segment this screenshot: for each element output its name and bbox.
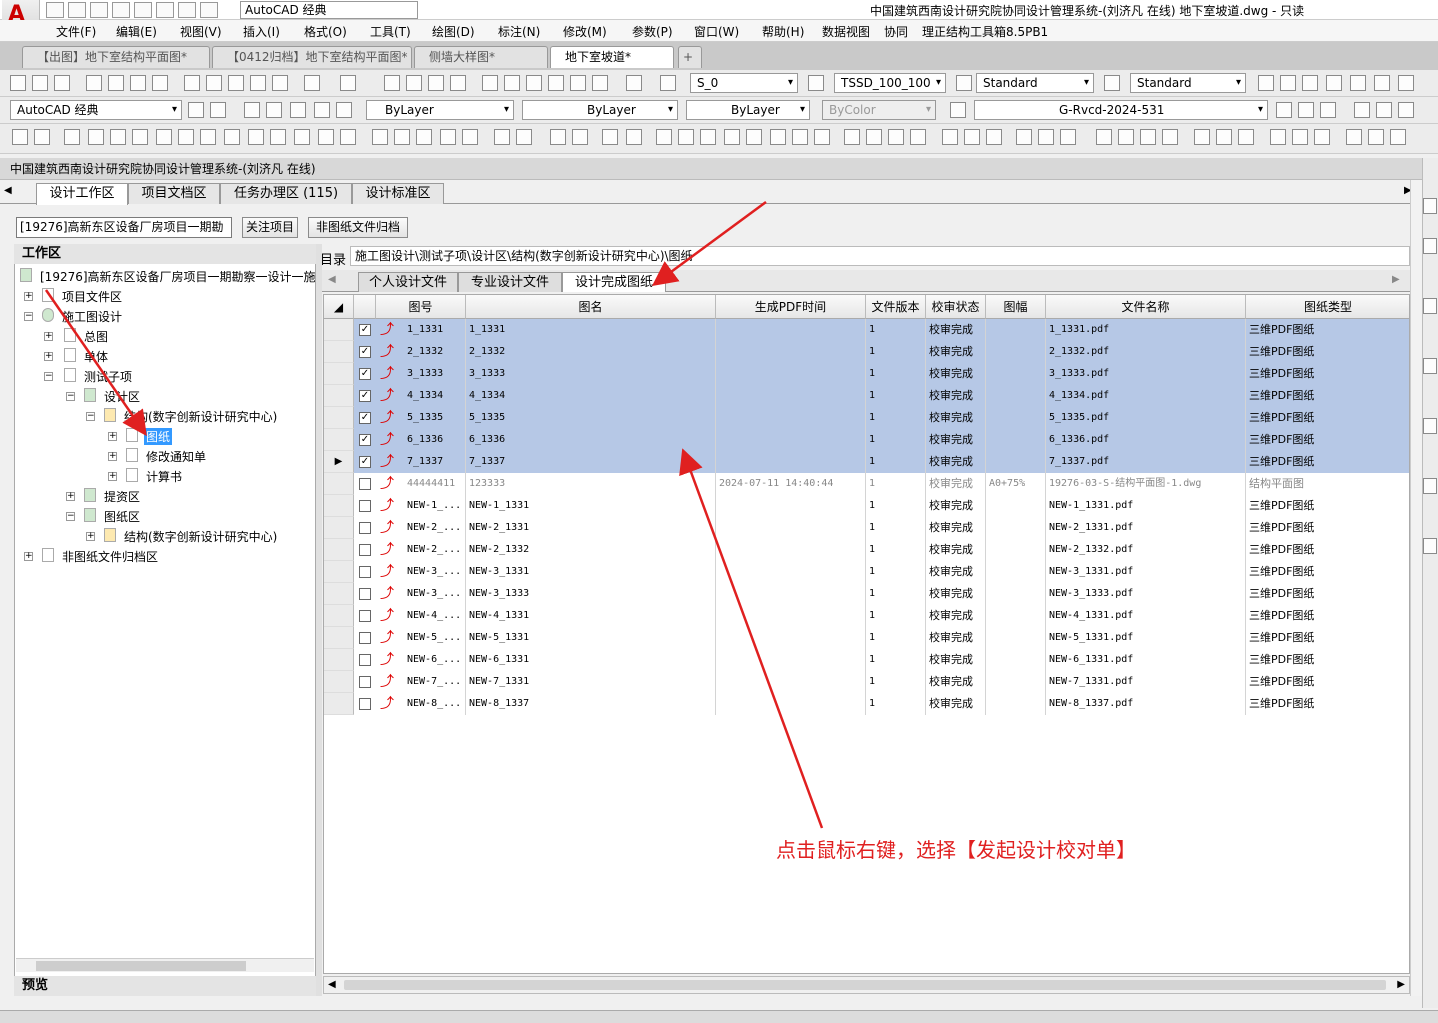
arrow-to-selection (679, 448, 824, 829)
arrow-to-drawings (44, 289, 147, 437)
annotation-arrows (44, 200, 824, 829)
arrow-to-completed-tab (651, 200, 767, 286)
annotation-text: 点击鼠标右键，选择【发起设计校对单】 (776, 838, 1136, 862)
